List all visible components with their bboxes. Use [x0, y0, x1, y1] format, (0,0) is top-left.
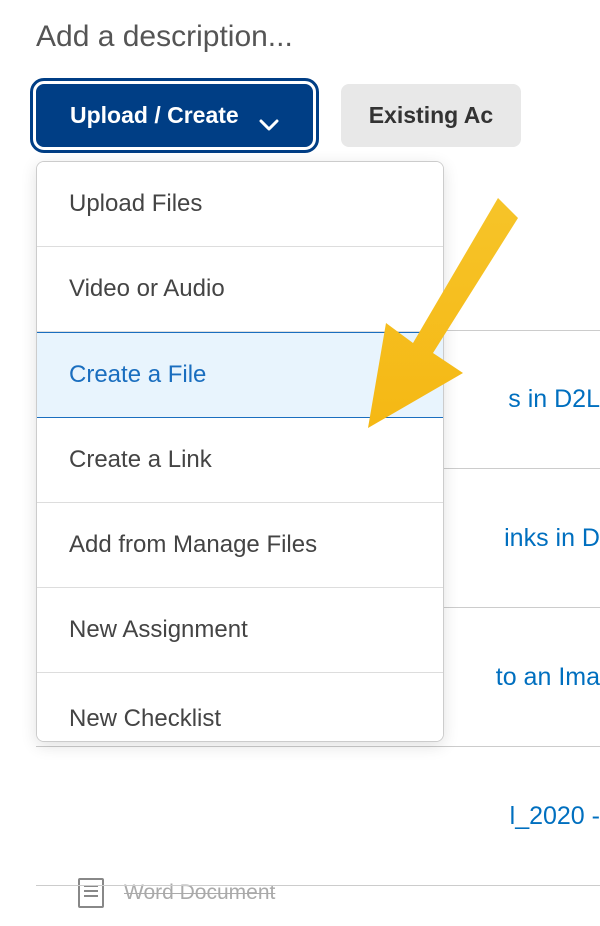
content-link[interactable]: to an Ima [496, 663, 600, 692]
dropdown-item-video-or-audio[interactable]: Video or Audio [37, 247, 443, 332]
content-link[interactable]: l_2020 - [510, 802, 600, 831]
upload-create-button[interactable]: Upload / Create [36, 84, 313, 147]
content-row: l_2020 - [36, 747, 600, 886]
upload-create-dropdown: Upload FilesVideo or AudioCreate a FileC… [36, 161, 444, 742]
button-row: Upload / Create Existing Ac [36, 84, 600, 147]
dropdown-item-new-checklist[interactable]: New Checklist [37, 673, 443, 741]
content-link[interactable]: s in D2L [508, 385, 600, 414]
chevron-down-icon [259, 110, 279, 122]
upload-create-label: Upload / Create [70, 102, 239, 129]
existing-activities-button[interactable]: Existing Ac [341, 84, 521, 147]
content-link[interactable]: inks in D [504, 524, 600, 553]
dropdown-item-add-from-manage-files[interactable]: Add from Manage Files [37, 503, 443, 588]
dropdown-item-create-a-file[interactable]: Create a File [37, 332, 443, 418]
description-placeholder[interactable]: Add a description... [36, 20, 600, 54]
dropdown-item-create-a-link[interactable]: Create a Link [37, 418, 443, 503]
dropdown-item-new-assignment[interactable]: New Assignment [37, 588, 443, 673]
dropdown-item-upload-files[interactable]: Upload Files [37, 162, 443, 247]
